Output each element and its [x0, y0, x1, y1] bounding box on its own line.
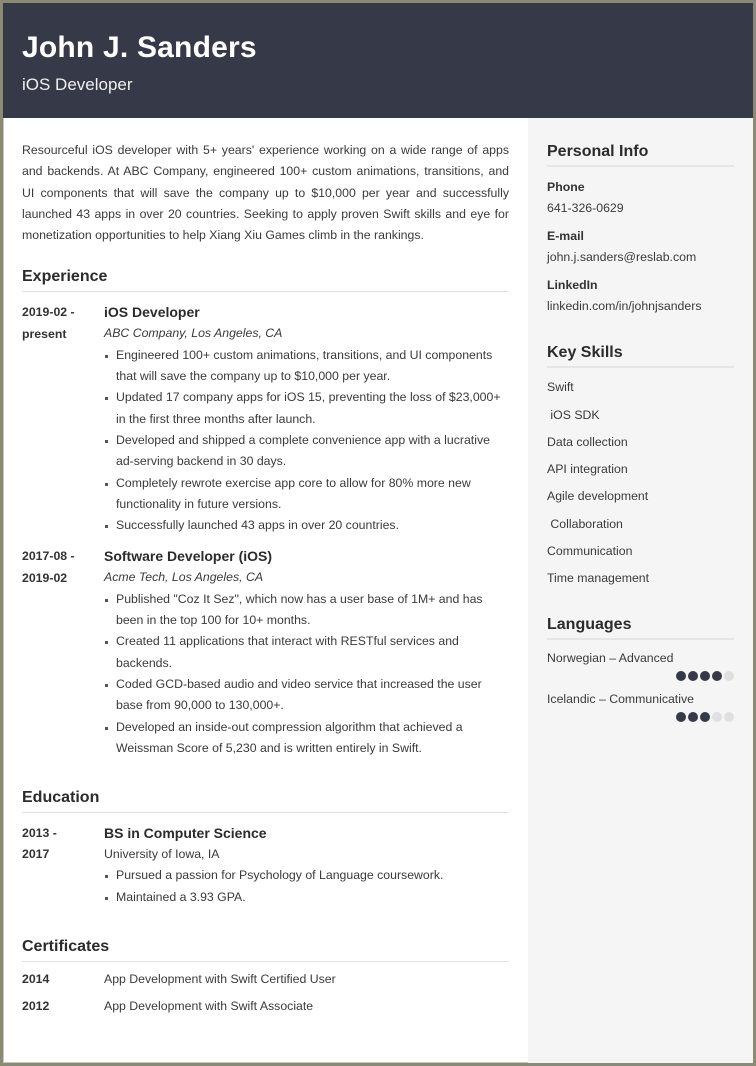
certificates-section: Certificates 2014 App Development with S…: [22, 938, 509, 1020]
date-start: 2013 -: [22, 826, 57, 841]
section-title: Certificates: [22, 938, 509, 963]
bullet-item: Pursued a passion for Psychology of Lang…: [104, 865, 509, 886]
experience-entry: 2019-02 - present iOS Developer ABC Comp…: [22, 302, 509, 536]
email-label: E-mail: [547, 229, 584, 243]
resume-page: John J. Sanders iOS Developer Resourcefu…: [0, 0, 756, 1066]
certificate-row: 2012 App Development with Swift Associat…: [22, 993, 509, 1020]
bullet-list: Published "Coz It Sez", which now has a …: [104, 589, 509, 759]
section-title: Key Skills: [547, 344, 734, 368]
rating-dot-filled: [688, 712, 698, 723]
skill-item: Swift: [547, 380, 574, 395]
sidebar: Personal Info Phone 641-326-0629 E-mail …: [528, 118, 753, 1063]
date-end: present: [22, 326, 67, 341]
bullet-item: Completely rewrote exercise app core to …: [104, 473, 509, 516]
entry-body: Software Developer (iOS) Acme Tech, Los …: [104, 546, 509, 759]
entry-body: BS in Computer Science University of Iow…: [104, 823, 509, 908]
school: University of Iowa, IA: [104, 847, 220, 862]
company: ABC Company, Los Angeles, CA: [104, 326, 283, 341]
job-title: iOS Developer: [104, 304, 200, 321]
experience-entry: 2017-08 - 2019-02 Software Developer (iO…: [22, 546, 509, 759]
entry-dates: 2013 - 2017: [22, 823, 104, 908]
phone-value: 641-326-0629: [547, 201, 624, 215]
language-label: Norwegian – Advanced: [547, 651, 674, 666]
rating-dot-empty: [724, 712, 734, 723]
skill-item: Agile development: [547, 489, 649, 504]
bullet-item: Developed an inside-out compression algo…: [104, 717, 509, 760]
bullet-item: Engineered 100+ custom animations, trans…: [104, 345, 509, 388]
language-item: Icelandic – Communicative: [547, 691, 734, 723]
bullet-item: Published "Coz It Sez", which now has a …: [104, 589, 509, 632]
bullet-list: Pursued a passion for Psychology of Lang…: [104, 865, 509, 908]
skill-item: Collaboration: [547, 516, 623, 531]
certificate-year: 2012: [22, 999, 50, 1014]
proficiency-rating: [547, 712, 734, 723]
bullet-list: Engineered 100+ custom animations, trans…: [104, 345, 509, 537]
education-entry: 2013 - 2017 BS in Computer Science Unive…: [22, 823, 509, 908]
resume-header: John J. Sanders iOS Developer: [3, 3, 753, 118]
bullet-item: Successfully launched 43 apps in over 20…: [104, 515, 509, 536]
rating-dot-filled: [712, 671, 722, 682]
bullet-item: Updated 17 company apps for iOS 15, prev…: [104, 387, 509, 430]
job-title: Software Developer (iOS): [104, 548, 273, 565]
phone-label: Phone: [547, 180, 585, 194]
rating-dot-empty: [724, 671, 734, 682]
language-label: Icelandic – Communicative: [547, 692, 694, 707]
rating-dot-filled: [676, 671, 686, 682]
date-start: 2017-08 -: [22, 549, 75, 564]
skill-item: Communication: [547, 544, 633, 559]
certificate-row: 2014 App Development with Swift Certifie…: [22, 966, 509, 993]
personal-info-section: Personal Info Phone 641-326-0629 E-mail …: [547, 143, 734, 314]
section-title: Personal Info: [547, 143, 734, 167]
summary-paragraph: Resourceful iOS developer with 5+ years'…: [22, 143, 509, 243]
certificate-name: App Development with Swift Associate: [104, 999, 314, 1014]
date-start: 2019-02 -: [22, 305, 75, 320]
email-value: john.j.sanders@reslab.com: [547, 250, 697, 264]
bullet-item: Coded GCD-based audio and video service …: [104, 674, 509, 717]
education-section: Education 2013 - 2017 BS in Computer Sci…: [22, 789, 509, 908]
languages-section: Languages Norwegian – Advanced Icelandic…: [547, 616, 734, 723]
date-end: 2017: [22, 847, 50, 862]
rating-dot-empty: [712, 712, 722, 723]
bullet-item: Developed and shipped a complete conveni…: [104, 430, 509, 473]
linkedin-value: linkedin.com/in/johnjsanders: [547, 299, 702, 313]
rating-dot-filled: [688, 671, 698, 682]
bullet-item: Created 11 applications that interact wi…: [104, 631, 509, 674]
rating-dot-filled: [676, 712, 686, 723]
rating-dot-filled: [700, 671, 710, 682]
proficiency-rating: [547, 671, 734, 682]
experience-section: Experience 2019-02 - present iOS Develop…: [22, 268, 509, 759]
language-item: Norwegian – Advanced: [547, 650, 734, 682]
date-end: 2019-02: [22, 570, 68, 585]
skill-item: Time management: [547, 571, 650, 586]
skill-item: iOS SDK: [547, 407, 600, 422]
skill-item: Data collection: [547, 434, 628, 449]
candidate-title: iOS Developer: [22, 75, 133, 94]
rating-dot-filled: [700, 712, 710, 723]
section-title: Experience: [22, 268, 509, 293]
certificate-year: 2014: [22, 972, 50, 987]
entry-body: iOS Developer ABC Company, Los Angeles, …: [104, 302, 509, 536]
skill-item: API integration: [547, 462, 628, 477]
bullet-item: Maintained a 3.93 GPA.: [104, 887, 509, 908]
section-title: Languages: [547, 616, 734, 641]
company: Acme Tech, Los Angeles, CA: [104, 570, 264, 585]
key-skills-section: Key Skills Swift iOS SDK Data collection…: [547, 344, 734, 586]
main-column: Resourceful iOS developer with 5+ years'…: [22, 118, 509, 1020]
degree: BS in Computer Science: [104, 825, 267, 842]
certificate-list: 2014 App Development with Swift Certifie…: [22, 966, 509, 1020]
linkedin-label: LinkedIn: [547, 278, 598, 292]
entry-dates: 2019-02 - present: [22, 302, 104, 536]
entry-dates: 2017-08 - 2019-02: [22, 546, 104, 759]
section-title: Education: [22, 789, 509, 814]
certificate-name: App Development with Swift Certified Use…: [104, 972, 336, 987]
candidate-name: John J. Sanders: [22, 31, 257, 64]
